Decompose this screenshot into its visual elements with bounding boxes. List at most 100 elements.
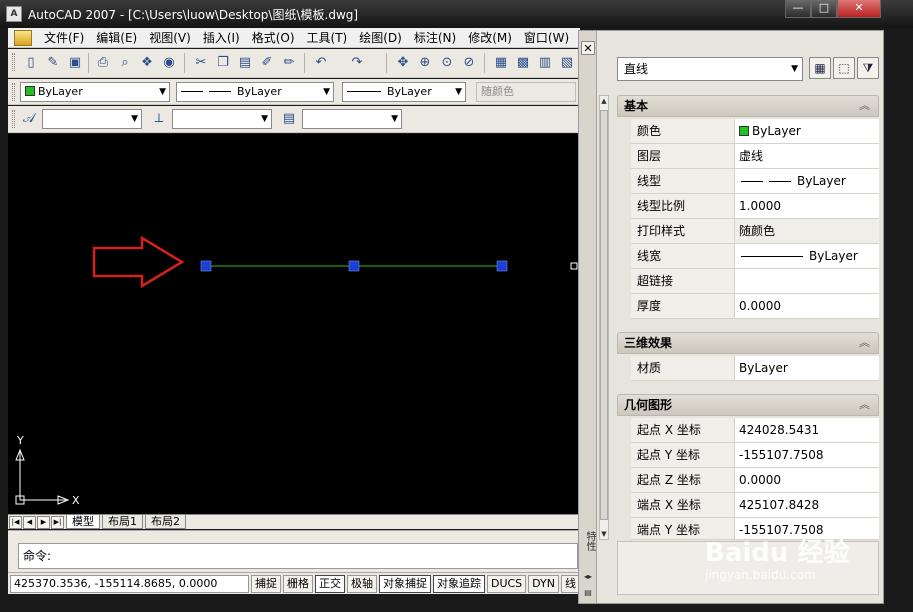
prop-row-plot-style[interactable]: 打印样式 随颜色 [631, 219, 879, 244]
table-style-control[interactable]: ▼ [302, 109, 402, 129]
menu-window[interactable]: 窗口(W) [518, 29, 575, 46]
previous-tab-icon[interactable]: ◀ [23, 515, 36, 529]
osnap-toggle[interactable]: 对象捕捉 [378, 574, 431, 593]
menu-view[interactable]: 视图(V) [143, 29, 197, 46]
prop-value[interactable]: ByLayer [735, 356, 879, 380]
prop-row-thickness[interactable]: 厚度 0.0000 [631, 294, 879, 319]
first-tab-icon[interactable]: |◀ [9, 515, 22, 529]
scrollbar-thumb[interactable] [600, 110, 608, 520]
dyn-toggle[interactable]: DYN [528, 574, 559, 593]
menu-format[interactable]: 格式(O) [246, 29, 301, 46]
prop-row-start-x[interactable]: 起点 X 坐标 424028.5431 [631, 418, 879, 443]
prop-value[interactable]: ByLayer [735, 169, 879, 193]
prop-value[interactable]: 虚线 [735, 144, 879, 168]
copy-icon[interactable]: ❐ [214, 54, 232, 72]
table-style-icon[interactable]: ▤ [280, 110, 298, 128]
match-properties-icon[interactable]: ✐ [258, 54, 276, 72]
sheet-set-icon[interactable]: ▧ [558, 54, 576, 72]
prop-value[interactable]: -155107.7508 [735, 443, 879, 467]
prop-value[interactable] [735, 269, 879, 293]
plot-icon[interactable]: ⎙ [94, 54, 112, 72]
close-button[interactable]: ✕ [837, 0, 881, 18]
prop-value[interactable]: ByLayer [735, 244, 879, 268]
paste-icon[interactable]: ▤ [236, 54, 254, 72]
prop-value[interactable]: 424028.5431 [735, 418, 879, 442]
tab-model[interactable]: 模型 [66, 515, 100, 529]
section-basic[interactable]: 基本 ︽ [617, 95, 879, 117]
coordinate-readout[interactable]: 425370.3536, -155114.8685, 0.0000 [10, 574, 249, 593]
otrack-toggle[interactable]: 对象追踪 [432, 574, 485, 593]
collapse-icon[interactable]: ︽ [859, 395, 870, 415]
snap-toggle[interactable]: 捕捉 [250, 574, 281, 593]
scroll-up-icon[interactable]: ▲ [600, 97, 608, 105]
quick-select-button[interactable]: ⧩ [857, 57, 879, 79]
publish-icon[interactable]: ❖ [138, 54, 156, 72]
maximize-button[interactable]: □ [811, 0, 837, 18]
color-control[interactable]: ByLayer ▼ [20, 82, 170, 102]
prop-row-end-x[interactable]: 端点 X 坐标 425107.8428 [631, 493, 879, 518]
zoom-previous-icon[interactable]: ⊘ [460, 54, 478, 72]
palette-properties-icon[interactable]: ▤ [582, 587, 594, 599]
prop-row-lineweight[interactable]: 线宽 ByLayer [631, 244, 879, 269]
text-style-icon[interactable]: 𝒜 [20, 110, 38, 128]
tool-palettes-icon[interactable]: ▥ [536, 54, 554, 72]
save-icon[interactable]: ▣ [66, 54, 84, 72]
zoom-window-icon[interactable]: ⊙ [438, 54, 456, 72]
scroll-down-icon[interactable]: ▼ [600, 530, 608, 538]
prop-row-linetype[interactable]: 线型 ByLayer [631, 169, 879, 194]
tab-layout2[interactable]: 布局2 [145, 515, 186, 529]
drawing-svg[interactable]: Y X [8, 134, 580, 514]
command-input[interactable]: 命令: [18, 543, 578, 569]
select-objects-button[interactable]: ⬚ [833, 57, 855, 79]
menu-tools[interactable]: 工具(T) [301, 29, 354, 46]
design-center-icon[interactable]: ▩ [514, 54, 532, 72]
palette-scrollbar[interactable]: ▲ ▼ [599, 95, 609, 540]
plot-preview-icon[interactable]: ⌕ [116, 54, 134, 72]
menu-dimension[interactable]: 标注(N) [408, 29, 462, 46]
tab-layout1[interactable]: 布局1 [102, 515, 143, 529]
auto-hide-icon[interactable]: ◂▸ [582, 571, 594, 583]
menu-edit[interactable]: 编辑(E) [90, 29, 143, 46]
prop-row-hyperlink[interactable]: 超链接 [631, 269, 879, 294]
collapse-icon[interactable]: ︽ [859, 96, 870, 116]
polar-toggle[interactable]: 极轴 [346, 574, 377, 593]
zoom-realtime-icon[interactable]: ⊕ [416, 54, 434, 72]
midpoint-grip[interactable] [348, 260, 360, 272]
drawing-area[interactable]: Y X [8, 134, 580, 514]
prop-row-material[interactable]: 材质 ByLayer [631, 356, 879, 381]
undo-icon[interactable]: ↶ [312, 54, 330, 72]
new-file-icon[interactable]: ▯ [22, 54, 40, 72]
pan-icon[interactable]: ✥ [394, 54, 412, 72]
toolbar-grip[interactable] [12, 110, 15, 128]
section-3d-effects[interactable]: 三维效果 ︽ [617, 332, 879, 354]
menu-file[interactable]: 文件(F) [38, 29, 90, 46]
redo-icon[interactable]: ↷ [348, 54, 366, 72]
lineweight-control[interactable]: ByLayer ▼ [342, 82, 466, 102]
toolbar-grip[interactable] [12, 83, 15, 101]
prop-row-start-z[interactable]: 起点 Z 坐标 0.0000 [631, 468, 879, 493]
grid-toggle[interactable]: 栅格 [282, 574, 313, 593]
dimension-style-icon[interactable]: ⟂ [150, 110, 168, 128]
prop-row-color[interactable]: 颜色 ByLayer [631, 119, 879, 144]
document-icon[interactable] [14, 29, 32, 46]
properties-icon[interactable]: ▦ [492, 54, 510, 72]
ortho-toggle[interactable]: 正交 [314, 574, 345, 593]
section-geometry[interactable]: 几何图形 ︽ [617, 394, 879, 416]
toggle-pickadd-button[interactable]: ▦ [809, 57, 831, 79]
collapse-icon[interactable]: ︽ [859, 333, 870, 353]
close-icon[interactable]: ✕ [581, 41, 595, 55]
cut-icon[interactable]: ✂ [192, 54, 210, 72]
open-file-icon[interactable]: ✎ [44, 54, 62, 72]
autocad-app-icon[interactable]: A [6, 6, 22, 22]
palette-title-strip[interactable]: ✕ 特性 ◂▸ ▤ [579, 31, 597, 603]
start-grip[interactable] [200, 260, 212, 272]
object-type-select[interactable]: 直线 ▼ [617, 57, 803, 81]
dimension-style-control[interactable]: ▼ [172, 109, 272, 129]
block-editor-icon[interactable]: ✏ [280, 54, 298, 72]
last-tab-icon[interactable]: ▶| [51, 515, 64, 529]
prop-value[interactable]: 0.0000 [735, 468, 879, 492]
plotstyle-control[interactable]: 随颜色 [476, 82, 576, 102]
end-grip[interactable] [496, 260, 508, 272]
linetype-control[interactable]: ByLayer ▼ [176, 82, 334, 102]
prop-value[interactable]: 425107.8428 [735, 493, 879, 517]
